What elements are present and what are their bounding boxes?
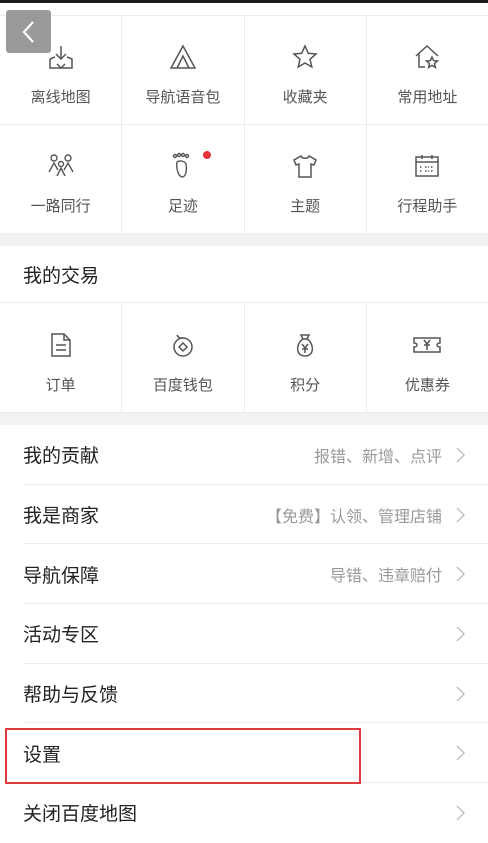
menu-item-activities[interactable]: 活动专区 (0, 604, 488, 664)
footprint-item[interactable]: 足迹 (122, 125, 245, 233)
points-item[interactable]: 积分 (245, 304, 367, 412)
chevron-right-icon (456, 566, 465, 582)
orders-item[interactable]: 订单 (0, 304, 123, 412)
trade-grid: 订单 百度钱包 积分 优惠券 (0, 304, 488, 413)
menu-item-label: 我是商家 (23, 505, 100, 528)
favorites-item[interactable]: 收藏夹 (245, 16, 367, 124)
footprint-badge (203, 151, 212, 159)
footprint-label: 足迹 (167, 197, 198, 215)
coupons-label: 优惠券 (404, 376, 450, 394)
travel-together-label: 一路同行 (30, 197, 91, 215)
tools-row-2: 一路同行 足迹 主题 行程助手 (0, 125, 488, 234)
star-icon (290, 42, 320, 72)
theme-item[interactable]: 主题 (245, 125, 367, 233)
trip-assistant-item[interactable]: 行程助手 (367, 125, 488, 233)
menu-item-label: 活动专区 (23, 624, 100, 647)
chevron-right-icon (456, 805, 465, 821)
voice-pack-icon (168, 42, 198, 72)
money-bag-icon (290, 330, 320, 360)
back-button[interactable] (6, 10, 51, 53)
chevron-right-icon (456, 626, 465, 642)
chevron-right-icon (456, 507, 465, 523)
points-label: 积分 (290, 376, 321, 394)
wallet-label: 百度钱包 (152, 376, 213, 394)
document-icon (46, 330, 76, 360)
theme-label: 主题 (290, 197, 321, 215)
travel-together-item[interactable]: 一路同行 (0, 125, 123, 233)
home-star-icon (412, 42, 442, 72)
menu-item-label: 帮助与反馈 (23, 684, 119, 707)
chevron-right-icon (456, 447, 465, 463)
menu-item-help-feedback[interactable]: 帮助与反馈 (0, 664, 488, 724)
menu-item-merchant[interactable]: 我是商家 【免费】认领、管理店铺 (0, 485, 488, 545)
tools-row-1: 离线地图 导航语音包 收藏夹 常用地址 (0, 16, 488, 125)
top-bar (0, 0, 488, 3)
menu-item-hint: 【免费】认领、管理店铺 (265, 506, 442, 526)
menu-item-label: 导航保障 (23, 564, 100, 587)
menu-item-navigation-guarantee[interactable]: 导航保障 导错、违章赔付 (0, 544, 488, 604)
menu-item-hint: 导错、违章赔付 (329, 566, 442, 586)
menu-item-contribution[interactable]: 我的贡献 报错、新增、点评 (0, 425, 488, 485)
common-address-label: 常用地址 (397, 88, 458, 106)
menu-item-settings[interactable]: 设置 (0, 723, 488, 783)
footprint-icon (168, 151, 198, 181)
trade-section-title: 我的交易 (0, 247, 488, 303)
menu-item-label: 我的贡献 (23, 445, 100, 468)
menu-item-close-map[interactable]: 关闭百度地图 (0, 783, 488, 843)
orders-label: 订单 (45, 376, 76, 394)
voice-pack-item[interactable]: 导航语音包 (122, 16, 245, 124)
people-icon (46, 151, 76, 181)
calendar-icon (412, 151, 442, 181)
menu-item-label: 设置 (23, 743, 62, 766)
section-separator (0, 233, 488, 246)
tshirt-icon (290, 151, 320, 181)
coupons-item[interactable]: 优惠券 (367, 304, 488, 412)
favorites-label: 收藏夹 (282, 88, 328, 106)
tools-grid: 离线地图 导航语音包 收藏夹 常用地址 一路同行 足迹 主题 行程助手 (0, 15, 488, 234)
menu-item-label: 关闭百度地图 (23, 803, 138, 826)
trip-assistant-label: 行程助手 (397, 197, 458, 215)
voice-pack-label: 导航语音包 (145, 88, 221, 106)
menu-item-hint: 报错、新增、点评 (313, 446, 442, 466)
wallet-item[interactable]: 百度钱包 (122, 304, 245, 412)
chevron-left-icon (22, 20, 34, 43)
chevron-right-icon (456, 745, 465, 761)
chevron-right-icon (456, 686, 465, 702)
offline-map-label: 离线地图 (30, 88, 91, 106)
wallet-icon (168, 330, 198, 360)
common-address-item[interactable]: 常用地址 (367, 16, 488, 124)
trade-row: 订单 百度钱包 积分 优惠券 (0, 304, 488, 413)
section-separator (0, 413, 488, 425)
menu-list: 我的贡献 报错、新增、点评 我是商家 【免费】认领、管理店铺 导航保障 导错、违… (0, 425, 488, 843)
coupon-icon (412, 330, 442, 360)
